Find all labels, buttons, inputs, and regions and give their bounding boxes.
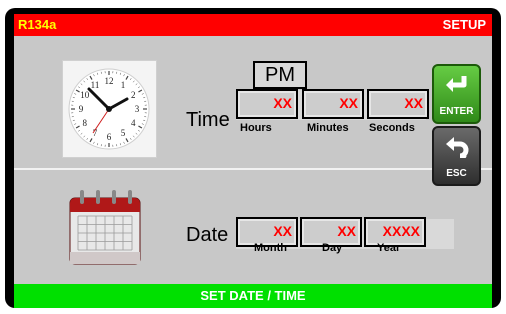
enter-label: ENTER: [439, 106, 474, 117]
minutes-field[interactable]: XX: [302, 89, 364, 119]
seconds-field[interactable]: XX: [367, 89, 429, 119]
ampm-toggle[interactable]: PM: [253, 61, 307, 89]
month-value: XX: [273, 223, 292, 239]
clock-numeral: 5: [121, 128, 126, 138]
clock-numeral: 3: [135, 104, 140, 114]
clock-numeral: 2: [131, 90, 136, 100]
screen-mode: SETUP: [442, 17, 486, 32]
date-label: Date: [186, 224, 229, 246]
hours-field[interactable]: XX: [236, 89, 298, 119]
minutes-value: XX: [339, 95, 358, 111]
month-caption: Month: [254, 242, 287, 254]
refrigerant-model: R134a: [18, 17, 57, 32]
hours-value: XX: [273, 95, 292, 111]
day-caption: Day: [322, 242, 343, 254]
clock-numeral: 8: [83, 118, 88, 128]
hours-caption: Hours: [240, 122, 272, 134]
year-value: XXXX: [382, 223, 420, 239]
enter-button[interactable]: ENTER: [432, 64, 481, 124]
clock-numeral: 6: [107, 132, 112, 142]
enter-arrow-icon: [446, 76, 467, 92]
section-divider: [14, 168, 492, 170]
clock-numeral: 11: [91, 80, 100, 90]
clock-numeral: 1: [121, 80, 126, 90]
esc-button[interactable]: ESC: [432, 126, 481, 186]
clock-icon: 12 1 2 3 4 5 6 7 8 9 10 11: [62, 60, 157, 158]
clock-numeral: 9: [79, 104, 84, 114]
seconds-caption: Seconds: [369, 122, 415, 134]
esc-label: ESC: [446, 168, 467, 179]
title-bar: R134a SETUP: [14, 14, 492, 36]
clock-numeral: 12: [105, 76, 114, 86]
minutes-caption: Minutes: [307, 122, 349, 134]
back-arrow-icon: [446, 137, 469, 158]
day-value: XX: [337, 223, 356, 239]
clock-numeral: 4: [131, 118, 136, 128]
time-label: Time: [186, 109, 230, 131]
calendar-icon: [66, 184, 144, 270]
year-caption: Year: [377, 242, 401, 254]
clock-numeral: 10: [80, 90, 90, 100]
hmi-screen: R134a SETUP 12 1 2 3 4 5 6 7 8 9 10 11 Time PM XX X…: [14, 14, 492, 308]
screen-title: SET DATE / TIME: [200, 288, 306, 303]
seconds-value: XX: [404, 95, 423, 111]
status-bar: SET DATE / TIME: [14, 284, 492, 308]
